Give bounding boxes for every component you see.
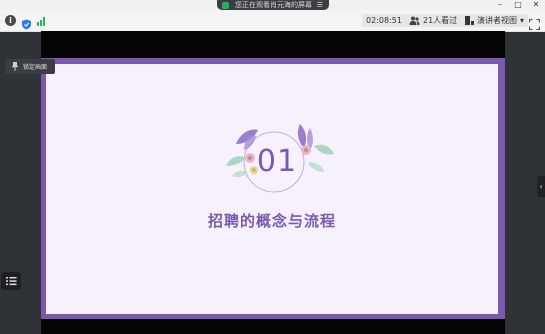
minimize-icon[interactable]: – bbox=[491, 0, 509, 10]
viewers-button[interactable]: 21人看过 bbox=[405, 14, 462, 27]
viewers-count: 21人看过 bbox=[423, 16, 458, 25]
signal-icon[interactable] bbox=[37, 15, 48, 26]
pin-view-label: 锁定画面 bbox=[23, 64, 48, 71]
slide-content: 01 招聘的概念与流程 bbox=[46, 64, 498, 314]
screen-sharing-indicator[interactable]: 您正在观看肖元海的屏幕 ☰ bbox=[217, 0, 329, 10]
chevron-down-icon: ▾ bbox=[520, 16, 525, 25]
presentation-slide: 01 招聘的概念与流程 bbox=[41, 58, 505, 319]
title-bar: 您正在观看肖元海的屏幕 ☰ – □ ✕ bbox=[0, 0, 545, 10]
chevron-left-icon[interactable]: ‹ bbox=[537, 176, 545, 197]
layout-icon bbox=[465, 16, 474, 25]
slide-number: 01 bbox=[256, 144, 298, 179]
close-icon[interactable]: ✕ bbox=[527, 0, 545, 10]
sharing-status-icon bbox=[222, 1, 229, 9]
view-mode-dropdown[interactable]: 演讲者视图 ▾ bbox=[461, 14, 529, 27]
meeting-toolbar: i 02:08:51 21人看过 演讲者视图 ▾ bbox=[0, 10, 545, 32]
shield-icon[interactable] bbox=[21, 15, 32, 30]
pin-view-button[interactable]: 锁定画面 bbox=[5, 59, 55, 74]
sharing-menu-icon[interactable]: ☰ bbox=[317, 0, 323, 10]
info-icon[interactable]: i bbox=[5, 15, 16, 26]
list-panel-button[interactable] bbox=[1, 272, 21, 290]
pin-icon bbox=[12, 62, 18, 71]
window-controls: – □ ✕ bbox=[491, 0, 545, 10]
maximize-icon[interactable]: □ bbox=[509, 0, 527, 10]
list-icon bbox=[6, 277, 17, 286]
sharing-text: 您正在观看肖元海的屏幕 bbox=[235, 1, 312, 9]
fullscreen-icon[interactable] bbox=[528, 15, 541, 31]
people-icon bbox=[409, 16, 420, 25]
meeting-timer: 02:08:51 bbox=[362, 14, 406, 27]
slide-title: 招聘的概念与流程 bbox=[207, 212, 336, 230]
view-mode-label: 演讲者视图 bbox=[477, 16, 517, 25]
